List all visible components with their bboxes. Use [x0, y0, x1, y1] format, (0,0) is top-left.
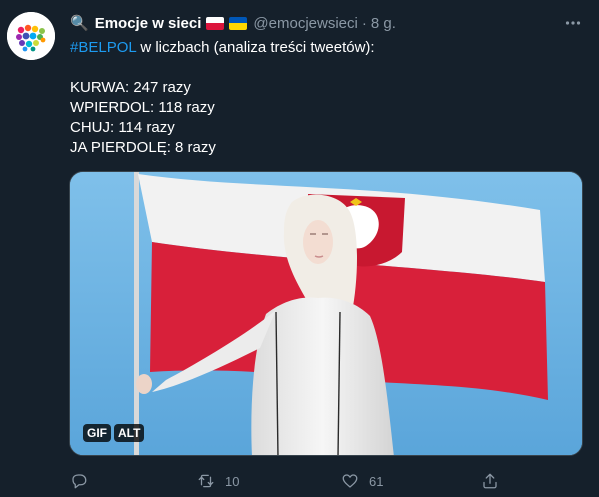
tweet-card[interactable]: 🔍 Emocje w sieci @emocjewsieci · 8 g. #B…: [0, 0, 599, 497]
user-handle[interactable]: @emocjewsieci: [253, 15, 357, 32]
reply-button[interactable]: [70, 470, 98, 492]
tweet-text-line: JA PIERDOLĘ: 8 razy: [70, 139, 216, 156]
retweet-button[interactable]: 10: [197, 470, 239, 492]
display-name[interactable]: Emocje w sieci: [95, 15, 202, 32]
reply-icon: [72, 474, 87, 489]
like-button[interactable]: 61: [341, 470, 383, 492]
separator-dot: ·: [361, 14, 367, 32]
gif-badge: GIF: [83, 424, 111, 442]
tweet-header: 🔍 Emocje w sieci @emocjewsieci · 8 g.: [70, 12, 589, 34]
like-count: 61: [369, 473, 384, 489]
avatar[interactable]: [7, 12, 55, 60]
heart-icon: [342, 474, 358, 488]
tweet-timestamp[interactable]: 8 g.: [371, 15, 396, 32]
tweet-text-intro-line: #BELPOL w liczbach (analiza treści tweet…: [70, 38, 580, 58]
retweet-icon: [198, 474, 214, 488]
retweet-count: 10: [225, 473, 240, 489]
tweet-actions: 10 61: [70, 470, 510, 492]
tweet-text-line: KURWA: 247 razy: [70, 79, 191, 96]
gif-media[interactable]: GIF ALT: [69, 171, 583, 456]
flag-ukraine-icon: [229, 16, 248, 30]
tweet-text-line: WPIERDOL: 118 razy: [70, 99, 215, 116]
alt-badge[interactable]: ALT: [114, 424, 145, 442]
tweet-text-line: CHUJ: 114 razy: [70, 119, 175, 136]
tweet-text: #BELPOL w liczbach (analiza treści tweet…: [70, 38, 580, 158]
tweet-intro-text: w liczbach (analiza treści tweetów):: [136, 39, 375, 56]
share-icon: [483, 473, 497, 489]
media-badges: GIF ALT: [83, 424, 145, 442]
share-button[interactable]: [481, 470, 499, 492]
hashtag-link[interactable]: #BELPOL: [70, 39, 136, 56]
gif-preview-image: [70, 172, 582, 455]
flag-poland-icon: [206, 16, 225, 30]
more-options-icon[interactable]: [563, 14, 583, 32]
magnifier-emoji-icon: 🔍: [70, 15, 89, 32]
avatar-logo: [7, 12, 55, 60]
